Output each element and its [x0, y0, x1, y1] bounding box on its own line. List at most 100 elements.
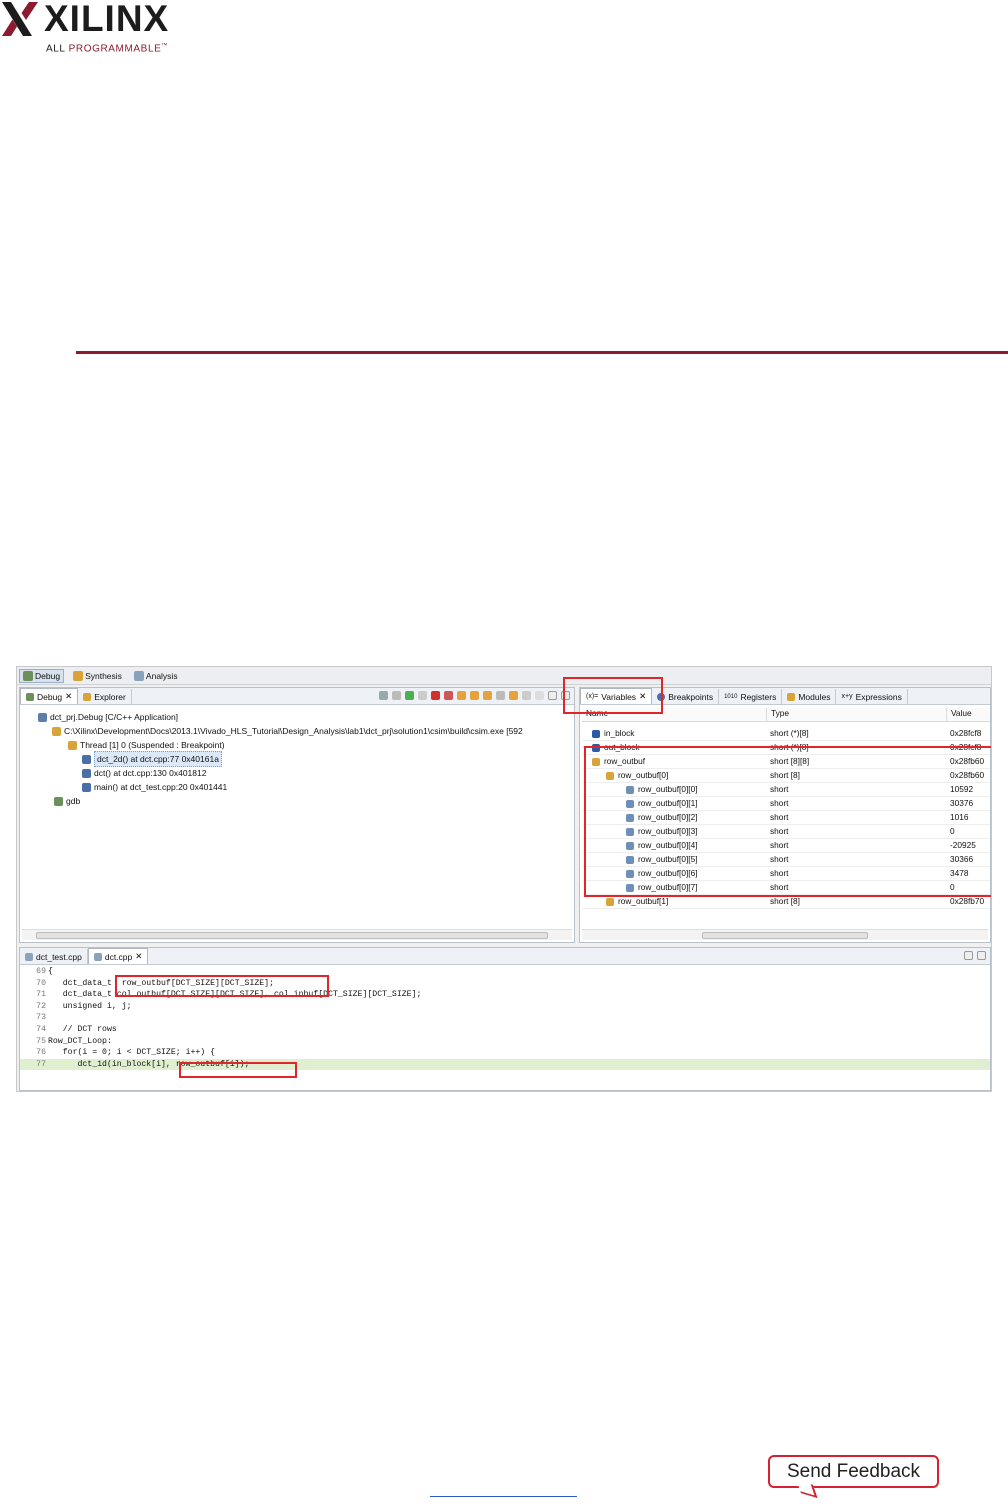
disconnect-icon[interactable]	[444, 691, 453, 700]
close-icon[interactable]: ✕	[65, 691, 72, 702]
tab-expressions[interactable]: x+y Expressions	[836, 689, 908, 704]
ide-screenshot: Debug Synthesis Analysis Debug ✕ Explorer	[16, 666, 992, 1092]
variable-name: in_block	[604, 727, 635, 738]
code-editor: dct_test.cpp dct.cpp ✕ 69{70 dct_data_t r…	[19, 947, 991, 1091]
horizontal-scrollbar[interactable]	[582, 929, 988, 940]
tab-dct-cpp[interactable]: dct.cpp ✕	[87, 948, 149, 964]
stack-frame-icon	[82, 782, 91, 792]
perspective-analysis[interactable]: Analysis	[131, 669, 181, 683]
perspective-bar: Debug Synthesis Analysis	[17, 667, 991, 685]
brand-name: XILINX	[44, 0, 170, 39]
debug-tree: dct_prj.Debug [C/C++ Application] C:\Xil…	[24, 710, 570, 808]
tab-registers[interactable]: 1010 Registers	[719, 689, 783, 704]
code-line: 74 // DCT rows	[20, 1024, 990, 1036]
highlight-row-outbuf-declaration	[115, 975, 329, 997]
column-header-value[interactable]: Value	[946, 708, 990, 721]
cpp-file-icon	[93, 952, 102, 961]
variable-type: short (*)[8]	[766, 726, 946, 741]
perspective-synthesis[interactable]: Synthesis	[70, 669, 125, 683]
line-number: 77	[36, 1059, 46, 1069]
analysis-icon	[133, 670, 144, 681]
brand-tagline: ALL PROGRAMMABLE™	[46, 43, 168, 55]
step-return-icon[interactable]	[483, 691, 492, 700]
stack-frame-icon	[82, 754, 91, 764]
send-feedback-button[interactable]: Send Feedback	[768, 1455, 939, 1498]
speech-tail	[796, 1480, 818, 1498]
resume-icon[interactable]	[405, 691, 414, 700]
line-number: 71	[36, 990, 46, 1000]
expressions-icon: x+y	[841, 693, 853, 700]
suspend-icon[interactable]	[418, 691, 427, 700]
highlight-row-outbuf-usage	[179, 1062, 297, 1078]
perspective-debug[interactable]: Debug	[19, 668, 65, 683]
xilinx-mark-icon	[2, 2, 38, 36]
editor-toolbar	[964, 951, 986, 960]
line-number: 76	[36, 1048, 46, 1058]
tab-explorer[interactable]: Explorer	[78, 689, 132, 704]
cpp-file-icon	[25, 952, 33, 961]
variable-value: 0x28fcf8	[946, 726, 990, 741]
code-text: unsigned i, j;	[48, 1001, 132, 1011]
xilinx-logo: XILINX ALL PROGRAMMABLE™	[2, 0, 177, 55]
debug-icon	[23, 670, 33, 681]
c-app-icon	[38, 712, 47, 722]
tree-item-launch[interactable]: dct_prj.Debug [C/C++ Application]	[24, 710, 570, 724]
tab-debug[interactable]: Debug ✕	[20, 688, 79, 704]
tree-item-frame-main[interactable]: main() at dct_test.cpp:20 0x401441	[24, 780, 570, 794]
code-line: 77 dct_1d(in_block[i], row_outbuf[i]);	[20, 1058, 990, 1071]
step-into-icon[interactable]	[457, 691, 466, 700]
use-step-filters-icon[interactable]	[522, 691, 531, 700]
variable-name: row_outbuf[1]	[618, 896, 669, 906]
variable-icon	[606, 897, 614, 906]
tree-item-frame-dct[interactable]: dct() at dct.cpp:130 0x401812	[24, 766, 570, 780]
tree-item-frame-dct2d[interactable]: dct_2d() at dct.cpp:77 0x40161a	[24, 751, 570, 767]
footer-link-underline[interactable]	[430, 1496, 577, 1497]
line-number: 70	[36, 978, 46, 988]
minimize-icon[interactable]	[548, 691, 557, 700]
debug-toolbar	[379, 691, 570, 700]
code-text: Row_DCT_Loop:	[48, 1036, 112, 1046]
debug-view: Debug ✕ Explorer dct_prj.Debug [C/C++ App…	[19, 687, 575, 943]
remove-launch-icon[interactable]	[379, 691, 388, 700]
step-over-icon[interactable]	[470, 691, 479, 700]
column-header-type[interactable]: Type	[766, 708, 946, 721]
maximize-icon[interactable]	[977, 951, 986, 960]
terminate-icon[interactable]	[431, 691, 440, 700]
stack-frame-icon	[82, 768, 91, 778]
highlight-variables-tab	[563, 677, 663, 714]
horizontal-scrollbar[interactable]	[22, 929, 572, 940]
drop-to-frame-icon[interactable]	[496, 691, 505, 700]
code-text: {	[48, 967, 53, 976]
explorer-icon	[83, 692, 92, 701]
line-number: 74	[36, 1024, 46, 1034]
thread-icon	[68, 740, 77, 750]
variable-row[interactable]: in_block short (*)[8] 0x28fcf8	[582, 726, 990, 741]
section-divider	[76, 351, 1008, 354]
code-line: 72 unsigned i, j;	[20, 1001, 990, 1013]
highlight-row-outbuf-values	[584, 746, 991, 897]
tab-modules[interactable]: Modules	[782, 689, 837, 704]
minimize-icon[interactable]	[964, 951, 973, 960]
code-line: 73	[20, 1012, 990, 1024]
tree-item-thread[interactable]: Thread [1] 0 (Suspended : Breakpoint)	[24, 738, 570, 752]
skip-icon[interactable]	[392, 691, 401, 700]
view-menu-icon[interactable]	[535, 691, 544, 700]
process-icon	[52, 726, 61, 736]
close-icon[interactable]: ✕	[135, 951, 142, 962]
modules-icon	[787, 692, 796, 701]
tree-item-process[interactable]: C:\Xilinx\Development\Docs\2013.1\Vivado…	[24, 724, 570, 738]
code-line: 75 Row_DCT_Loop:	[20, 1036, 990, 1048]
tree-item-gdb[interactable]: gdb	[24, 794, 570, 808]
gdb-icon	[54, 796, 63, 806]
line-number: 75	[36, 1036, 46, 1046]
line-number: 73	[36, 1013, 46, 1023]
debug-icon	[26, 692, 34, 701]
line-number: 72	[36, 1001, 46, 1011]
registers-icon: 1010	[724, 693, 738, 700]
tab-dct-test-cpp[interactable]: dct_test.cpp	[20, 949, 88, 964]
variable-icon	[592, 729, 600, 738]
code-text: // DCT rows	[48, 1024, 117, 1034]
instruction-step-icon[interactable]	[509, 691, 518, 700]
line-number: 69	[36, 967, 46, 976]
code-text: for(i = 0; i < DCT_SIZE; i++) {	[48, 1048, 216, 1058]
